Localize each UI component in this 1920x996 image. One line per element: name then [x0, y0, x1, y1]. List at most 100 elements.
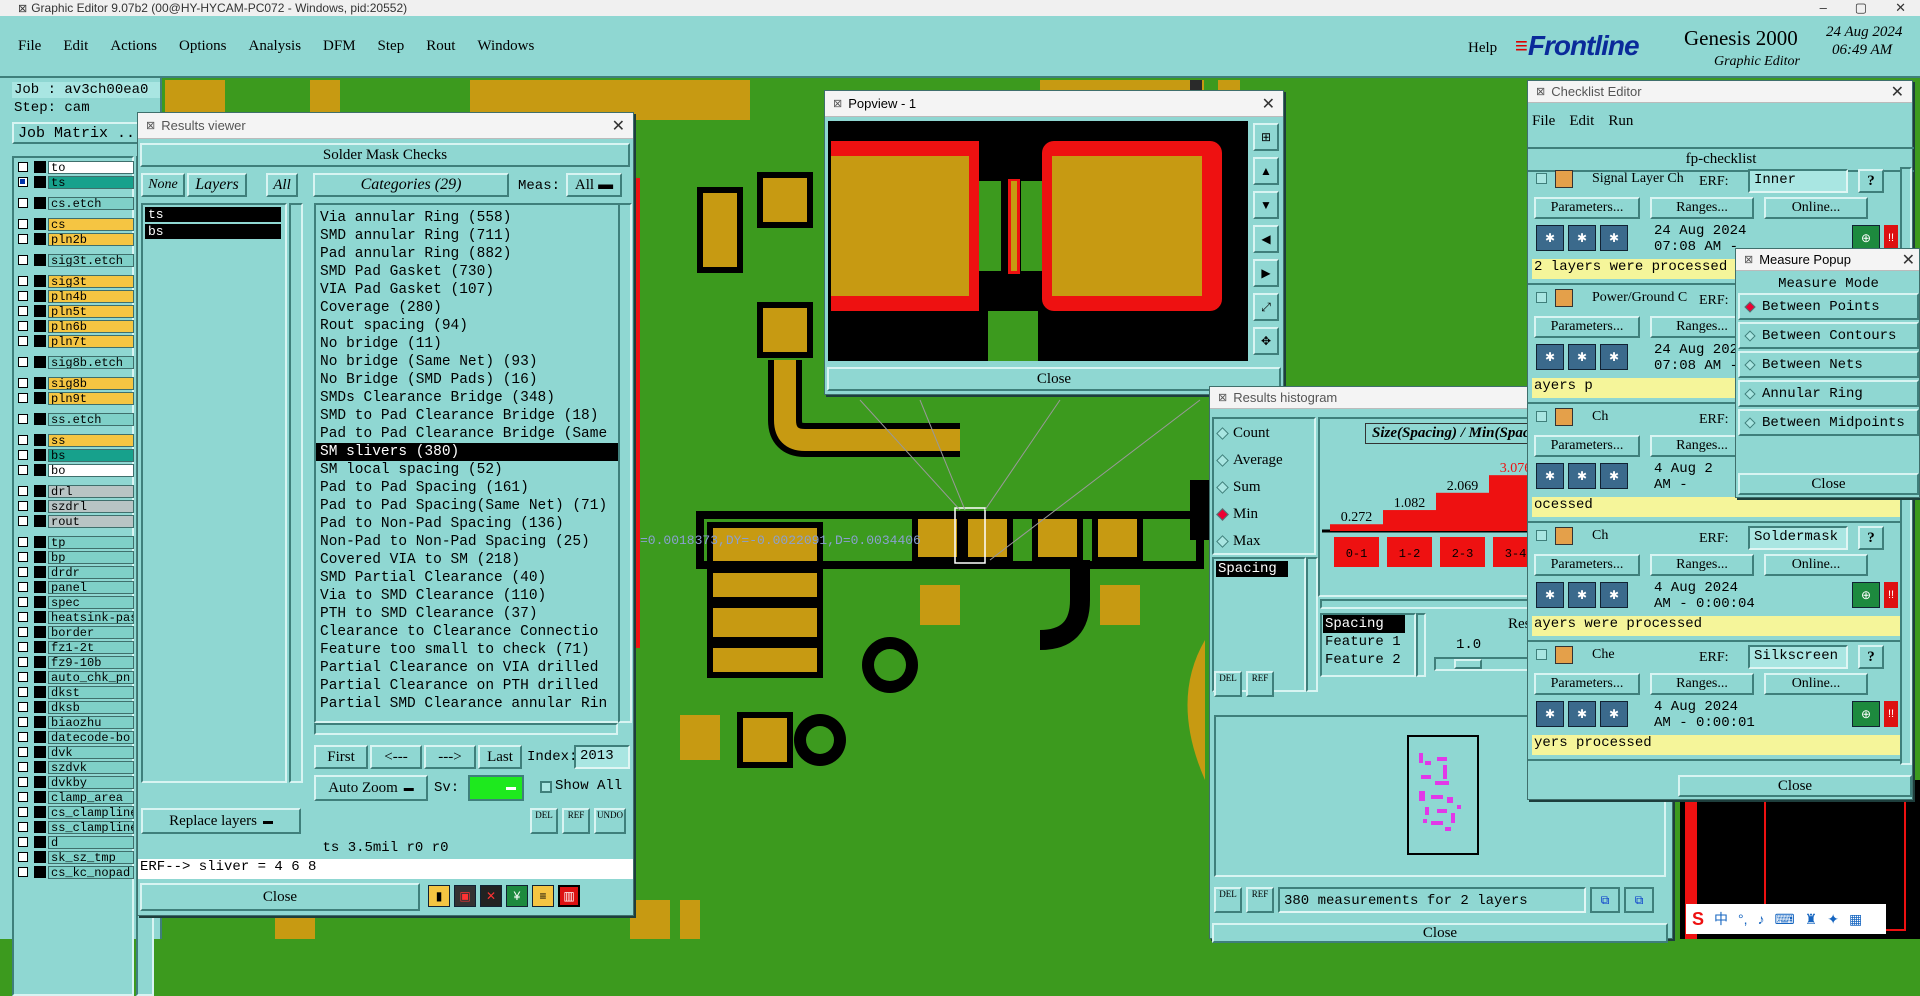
keyboard-icon[interactable]: ⌨ — [1775, 911, 1795, 928]
category-item[interactable]: PTH to SMD Clearance (37) — [316, 605, 618, 623]
layer-color-swatch[interactable] — [34, 320, 46, 332]
category-item[interactable]: Pad to Pad Clearance Bridge (Same — [316, 425, 618, 443]
checklist-row-checkbox[interactable] — [1536, 173, 1547, 184]
category-item[interactable]: SMDs Clearance Bridge (348) — [316, 389, 618, 407]
layer-checkbox[interactable] — [18, 486, 28, 496]
pan-right-icon[interactable]: ▶ — [1253, 259, 1279, 287]
layer-row[interactable]: ts — [16, 175, 134, 189]
layer-checkbox[interactable] — [18, 777, 28, 787]
layer-name[interactable]: sig8b.etch — [48, 355, 134, 369]
category-item[interactable]: Partial SMD Clearance annular Rin — [316, 695, 618, 713]
layer-row[interactable]: szdvk — [16, 760, 134, 774]
histogram-field[interactable]: Feature 1 — [1323, 633, 1405, 651]
category-item[interactable]: SMD Pad Gasket (730) — [316, 263, 618, 281]
all-button[interactable]: All — [266, 173, 298, 197]
layer-name[interactable]: pln4b — [48, 289, 134, 303]
layer-color-swatch[interactable] — [34, 392, 46, 404]
layer-name[interactable]: cs_kc_nopad — [48, 865, 134, 879]
layer-name[interactable]: spec — [48, 595, 134, 609]
checklist-close-button[interactable]: Close — [1678, 775, 1912, 797]
measure-option[interactable]: Between Nets — [1738, 351, 1919, 378]
layer-checkbox[interactable] — [18, 702, 28, 712]
categories-hscrollbar[interactable] — [314, 723, 618, 735]
layer-color-swatch[interactable] — [34, 686, 46, 698]
layer-name[interactable]: cs_clampline — [48, 805, 134, 819]
popview-close-icon[interactable]: ✕ — [1262, 94, 1275, 114]
layer-color-swatch[interactable] — [34, 197, 46, 209]
layer-row[interactable]: to — [16, 160, 134, 174]
layer-checkbox[interactable] — [18, 537, 28, 547]
resolution-slider-thumb[interactable] — [1454, 659, 1482, 669]
layers-button[interactable]: Layers — [187, 173, 247, 197]
layer-name[interactable]: dvkby — [48, 775, 134, 789]
histogram-del2-button[interactable]: DEL — [1214, 887, 1242, 913]
checklist-menu-file[interactable]: File — [1532, 113, 1555, 130]
layer-color-swatch[interactable] — [34, 515, 46, 527]
category-item[interactable]: Via to SMD Clearance (110) — [316, 587, 618, 605]
layer-color-swatch[interactable] — [34, 290, 46, 302]
layer-row[interactable]: pln7t — [16, 334, 134, 348]
checklist-row-name[interactable]: Signal Layer Ch — [1592, 171, 1684, 187]
layer-checkbox[interactable] — [18, 435, 28, 445]
layer-row[interactable]: szdrl — [16, 499, 134, 513]
histogram-bar[interactable] — [1436, 492, 1489, 531]
punct-icon[interactable]: °, — [1738, 911, 1748, 927]
measure-close-button[interactable]: Close — [1738, 473, 1919, 495]
reset-icon[interactable]: ✱ — [1600, 701, 1628, 727]
measure-option[interactable]: Between Midpoints — [1738, 409, 1919, 436]
menu-options[interactable]: Options — [175, 38, 231, 55]
layer-name[interactable]: rout — [48, 514, 134, 528]
layer-checkbox[interactable] — [18, 762, 28, 772]
layer-color-swatch[interactable] — [34, 701, 46, 713]
layer-color-swatch[interactable] — [34, 218, 46, 230]
stop-icon[interactable]: ✱ — [1568, 701, 1596, 727]
menu-dfm[interactable]: DFM — [319, 38, 360, 55]
layer-color-swatch[interactable] — [34, 161, 46, 173]
layer-row[interactable]: ss.etch — [16, 412, 134, 426]
layer-row[interactable]: border — [16, 625, 134, 639]
grid-icon[interactable]: ▦ — [1849, 911, 1862, 928]
help-icon[interactable]: ? — [1858, 169, 1884, 193]
popview-canvas[interactable] — [828, 121, 1248, 361]
layer-name[interactable]: datecode-bo — [48, 730, 134, 744]
run-icon[interactable]: ✱ — [1536, 463, 1564, 489]
layer-name[interactable]: fz9-10b — [48, 655, 134, 669]
layer-color-swatch[interactable] — [34, 806, 46, 818]
checklist-row-checkbox[interactable] — [1536, 411, 1547, 422]
run-icon[interactable]: ✱ — [1536, 344, 1564, 370]
layer-color-swatch[interactable] — [34, 656, 46, 668]
layer-row[interactable]: drl — [16, 484, 134, 498]
layer-name[interactable]: pln7t — [48, 334, 134, 348]
results-layers-scrollbar[interactable] — [289, 203, 303, 783]
stop-icon[interactable]: ✱ — [1568, 344, 1596, 370]
layer-color-swatch[interactable] — [34, 731, 46, 743]
help-menu[interactable]: Help — [1468, 40, 1497, 57]
histogram-option-sum[interactable]: Sum — [1216, 479, 1261, 496]
layer-row[interactable]: bo — [16, 463, 134, 477]
layer-name[interactable]: ss.etch — [48, 412, 134, 426]
graph-icon[interactable]: ⧉ — [1624, 887, 1654, 913]
layer-name[interactable]: clamp_area — [48, 790, 134, 804]
layer-color-swatch[interactable] — [34, 836, 46, 848]
menu-actions[interactable]: Actions — [106, 38, 161, 55]
exclude-icon[interactable]: ✕ — [480, 885, 502, 907]
erf-field[interactable]: Soldermask — [1748, 526, 1848, 550]
category-item[interactable]: Feature too small to check (71) — [316, 641, 618, 659]
category-item[interactable]: Partial Clearance on VIA drilled — [316, 659, 618, 677]
results-viewer-close-icon[interactable]: ✕ — [612, 116, 625, 136]
zoom-icon[interactable]: ⊕ — [1852, 582, 1880, 608]
layer-checkbox[interactable] — [18, 552, 28, 562]
mic-icon[interactable]: ♪ — [1758, 911, 1765, 927]
category-item[interactable]: Pad to Pad Spacing(Same Net) (71) — [316, 497, 618, 515]
replace-layers-select[interactable]: Replace layers ▬ — [141, 808, 301, 834]
parameters-button[interactable]: Parameters... — [1534, 197, 1640, 219]
layer-checkbox[interactable] — [18, 792, 28, 802]
histogram-option-count[interactable]: Count — [1216, 425, 1270, 442]
menu-edit[interactable]: Edit — [59, 38, 92, 55]
layer-color-swatch[interactable] — [34, 551, 46, 563]
help-icon[interactable]: ? — [1858, 526, 1884, 550]
histogram-series-scrollbar[interactable] — [1306, 557, 1318, 692]
parameters-button[interactable]: Parameters... — [1534, 554, 1640, 576]
layer-row[interactable]: fz9-10b — [16, 655, 134, 669]
layer-row[interactable]: pln2b — [16, 232, 134, 246]
